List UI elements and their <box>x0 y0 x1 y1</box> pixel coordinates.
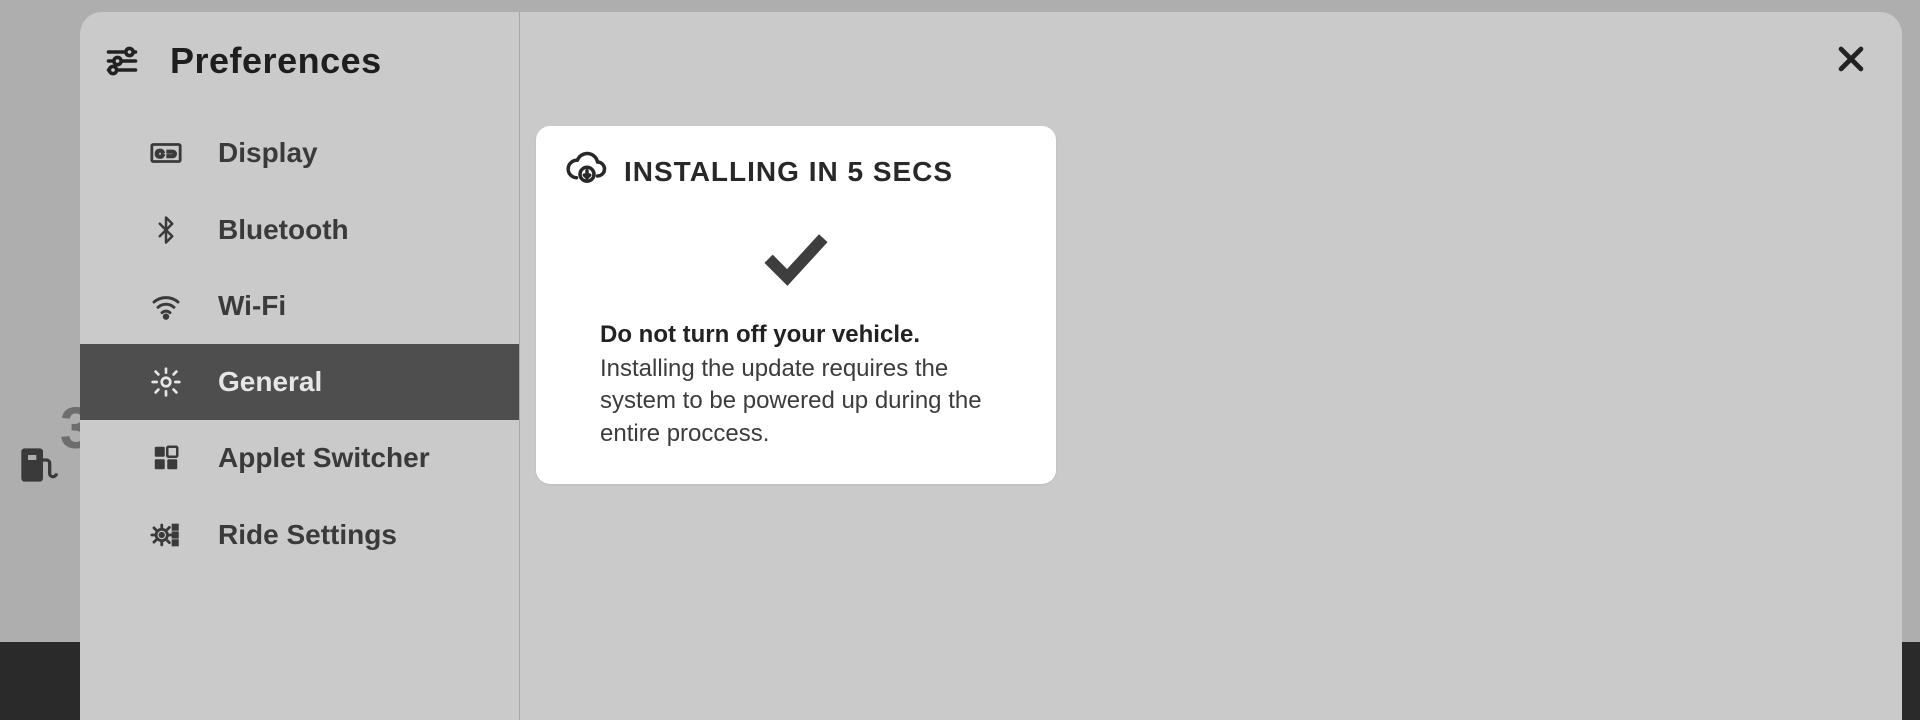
cloud-download-icon <box>566 148 608 195</box>
sidebar-item-label: Wi-Fi <box>218 290 286 322</box>
sidebar: Preferences C ⊃ Display Bluetooth <box>80 12 520 720</box>
sidebar-item-general[interactable]: General <box>80 344 519 420</box>
bluetooth-icon <box>148 215 184 245</box>
apps-grid-icon <box>148 443 184 473</box>
display-icon: C ⊃ <box>148 136 184 170</box>
sidebar-item-label: Applet Switcher <box>218 442 430 474</box>
sidebar-item-label: Bluetooth <box>218 214 349 246</box>
sidebar-item-applet-switcher[interactable]: Applet Switcher <box>80 420 519 496</box>
install-status-card: INSTALLING IN 5 SECS Do not turn off you… <box>536 126 1056 484</box>
card-warning-heading: Do not turn off your vehicle. <box>600 321 992 349</box>
card-header: INSTALLING IN 5 SECS <box>566 148 1026 195</box>
wifi-icon <box>148 290 184 322</box>
card-body: Do not turn off your vehicle. Installing… <box>566 321 1026 450</box>
sidebar-title: Preferences <box>170 40 382 82</box>
sidebar-item-wifi[interactable]: Wi-Fi <box>80 268 519 344</box>
sidebar-item-label: Display <box>218 137 318 169</box>
card-warning-text: Installing the update requires the syste… <box>600 353 992 450</box>
card-title: INSTALLING IN 5 SECS <box>624 156 953 188</box>
sidebar-item-bluetooth[interactable]: Bluetooth <box>80 192 519 268</box>
sidebar-header: Preferences <box>80 34 519 114</box>
sidebar-nav: C ⊃ Display Bluetooth <box>80 114 519 574</box>
ride-settings-icon <box>148 518 184 552</box>
svg-text:C ⊃: C ⊃ <box>156 148 177 160</box>
preferences-panel: Preferences C ⊃ Display Bluetooth <box>80 12 1902 720</box>
content-area: INSTALLING IN 5 SECS Do not turn off you… <box>520 12 1902 720</box>
sidebar-item-ride-settings[interactable]: Ride Settings <box>80 496 519 574</box>
fuel-pump-icon <box>18 445 58 490</box>
sidebar-item-label: General <box>218 366 322 398</box>
sidebar-item-label: Ride Settings <box>218 519 397 551</box>
gear-icon <box>148 366 184 398</box>
checkmark-icon <box>566 225 1026 295</box>
sidebar-item-display[interactable]: C ⊃ Display <box>80 114 519 192</box>
preferences-sliders-icon <box>104 41 140 81</box>
close-icon[interactable] <box>1834 42 1868 81</box>
